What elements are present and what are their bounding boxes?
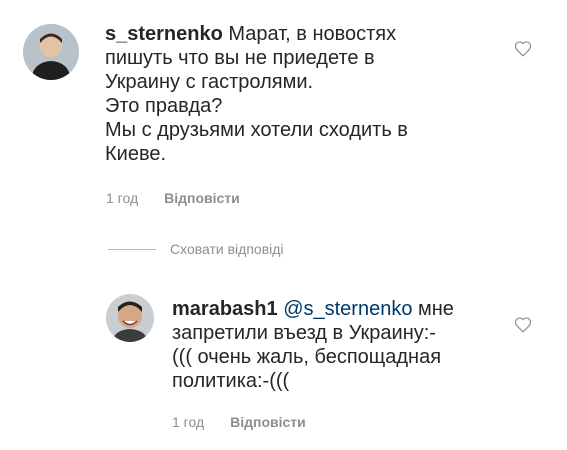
divider xyxy=(108,248,156,250)
reply-button[interactable]: Відповісти xyxy=(230,414,306,430)
avatar[interactable] xyxy=(23,24,79,80)
comment-text: s_sternenko Марат, в новостях пишуть что… xyxy=(105,22,515,166)
comment-meta: 1 год Відповісти xyxy=(106,190,240,206)
reply-username[interactable]: marabash1 xyxy=(172,298,278,320)
comment-username[interactable]: s_sternenko xyxy=(105,23,223,45)
reply-mention[interactable]: @s_sternenko xyxy=(283,298,412,320)
reply-text: marabash1 @s_sternenko мне запретили въе… xyxy=(172,297,502,393)
reply-comment: marabash1 @s_sternenko мне запретили въе… xyxy=(0,270,567,450)
hide-replies-button[interactable]: Сховати відповіді xyxy=(108,241,284,257)
heart-icon[interactable] xyxy=(514,40,532,58)
comment: s_sternenko Марат, в новостях пишуть что… xyxy=(0,0,567,240)
reply-meta: 1 год Відповісти xyxy=(172,414,306,430)
hide-replies-label: Сховати відповіді xyxy=(170,241,284,257)
comment-time: 1 год xyxy=(106,190,139,206)
avatar[interactable] xyxy=(106,294,154,342)
reply-button[interactable]: Відповісти xyxy=(164,190,240,206)
heart-icon[interactable] xyxy=(514,316,532,334)
reply-time: 1 год xyxy=(172,414,205,430)
